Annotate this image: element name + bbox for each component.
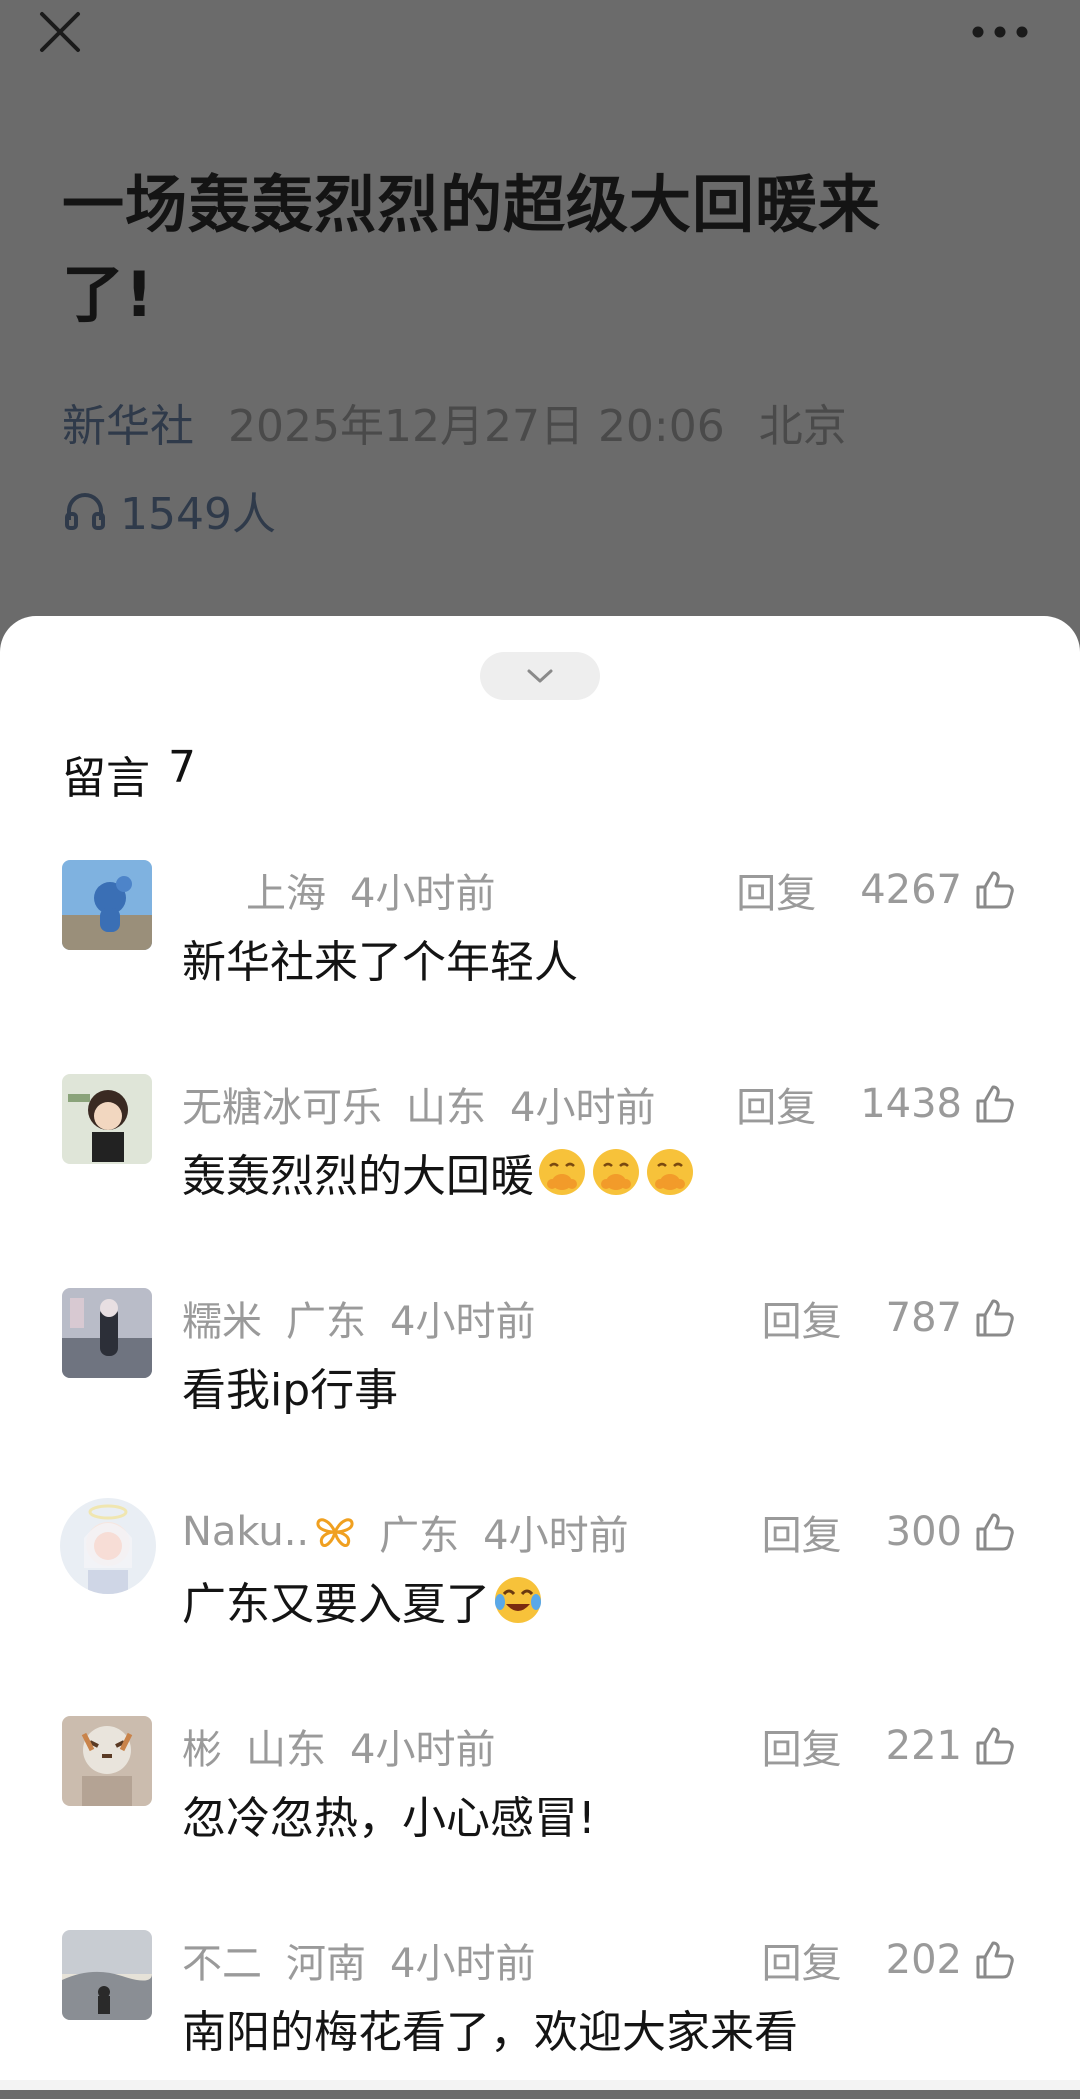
comment-text-content: 忽冷忽热，小心感冒! (182, 1793, 596, 1844)
comment-item: Naku.. 广东 4小时前 回复 300 广东又要入夏了 (0, 1498, 1080, 1716)
comment-item: 糯米 广东 4小时前 回复 787 看我ip行事 (0, 1288, 1080, 1502)
more-dots-icon (972, 26, 1028, 38)
comment-author[interactable]: 无糖冰可乐 (182, 1075, 382, 1133)
like-count: 300 (885, 1509, 962, 1555)
comment-actions: 回复 202 (762, 1932, 1016, 1988)
blushing-face-emoji (593, 1149, 639, 1195)
comment-author[interactable]: 不二 (182, 1931, 262, 1989)
comment-actions: 回复 4267 (736, 862, 1016, 918)
reply-button[interactable]: 回复 (762, 1289, 842, 1347)
avatar[interactable] (62, 1716, 152, 1806)
chevron-down-icon (527, 669, 553, 683)
article-header: 一场轰轰烈烈的超级大回暖来了! 新华社 2025年12月27日 20:06 北京… (0, 0, 1080, 640)
comment-author[interactable]: 糯米 (182, 1289, 262, 1347)
like-count: 787 (885, 1295, 962, 1341)
reply-button[interactable]: 回复 (762, 1717, 842, 1775)
comment-meta: 不二 河南 4小时前 (182, 1932, 559, 1988)
comments-sheet: 留言 7 上海 4小时前 回复 4267 新华社来了个年轻人 无糖冰可乐 山东 … (0, 616, 1080, 2090)
comment-text: 南阳的梅花看了，欢迎大家来看 (182, 1996, 798, 2060)
comment-time: 4小时前 (390, 1941, 536, 1987)
comment-text-content: 看我ip行事 (182, 1365, 399, 1416)
comments-heading: 留言 7 (62, 742, 196, 806)
comment-text: 看我ip行事 (182, 1354, 398, 1418)
listen-count[interactable]: 1549人 (64, 478, 276, 542)
comment-time: 4小时前 (390, 1299, 536, 1345)
like-count: 1438 (860, 1081, 962, 1127)
avatar[interactable] (60, 1498, 156, 1594)
comments-count: 7 (168, 742, 196, 793)
like-count: 4267 (860, 867, 962, 913)
avatar[interactable] (62, 1930, 152, 2020)
bottom-edge (0, 2080, 1080, 2090)
article-datetime: 2025年12月27日 20:06 (228, 401, 725, 452)
comment-author[interactable]: 彬 (182, 1717, 222, 1775)
comment-time: 4小时前 (350, 871, 496, 917)
tears-of-joy-emoji (495, 1577, 541, 1623)
blushing-face-emoji (647, 1149, 693, 1195)
thumbs-up-icon[interactable] (974, 1725, 1016, 1767)
comment-text: 忽冷忽热，小心感冒! (182, 1782, 596, 1846)
comment-item: 不二 河南 4小时前 回复 202 南阳的梅花看了，欢迎大家来看 (0, 1930, 1080, 2099)
listen-count-text: 1549人 (120, 489, 276, 540)
reply-button[interactable]: 回复 (762, 1931, 842, 1989)
comment-meta: 糯米 广东 4小时前 (182, 1290, 559, 1346)
close-button[interactable] (36, 8, 84, 56)
close-icon (40, 12, 80, 52)
comment-text-content: 轰轰烈烈的大回暖 (182, 1151, 534, 1202)
comment-meta: Naku.. 广东 4小时前 (182, 1504, 653, 1560)
comment-text: 广东又要入夏了 (182, 1568, 544, 1632)
comment-actions: 回复 1438 (736, 1076, 1016, 1132)
comment-actions: 回复 300 (762, 1504, 1016, 1560)
reply-button[interactable]: 回复 (736, 861, 816, 919)
butterfly-badge-icon (316, 1518, 354, 1547)
thumbs-up-icon[interactable] (974, 1511, 1016, 1553)
comment-list: 上海 4小时前 回复 4267 新华社来了个年轻人 无糖冰可乐 山东 4小时前 … (0, 860, 1080, 2099)
like-count: 221 (885, 1723, 962, 1769)
thumbs-up-icon[interactable] (974, 1083, 1016, 1125)
like-count: 202 (885, 1937, 962, 1983)
headphones-icon (65, 493, 105, 530)
comment-meta: 无糖冰可乐 山东 4小时前 (182, 1076, 679, 1132)
thumbs-up-icon[interactable] (974, 1297, 1016, 1339)
comment-actions: 回复 787 (762, 1290, 1016, 1346)
article-title: 一场轰轰烈烈的超级大回暖来了! (62, 168, 882, 331)
blushing-face-emoji (539, 1149, 585, 1195)
comment-text: 新华社来了个年轻人 (182, 926, 578, 990)
comment-region: 上海 (246, 871, 326, 917)
thumbs-up-icon[interactable] (974, 1939, 1016, 1981)
reply-button[interactable]: 回复 (736, 1075, 816, 1133)
avatar[interactable] (62, 1074, 152, 1164)
comment-meta: 上海 4小时前 (182, 862, 519, 918)
comment-time: 4小时前 (350, 1727, 496, 1773)
comment-text-content: 南阳的梅花看了，欢迎大家来看 (182, 2007, 798, 2058)
comment-text: 轰轰烈烈的大回暖 (182, 1140, 696, 1204)
comment-region: 河南 (286, 1941, 366, 1987)
comments-heading-label: 留言 (62, 753, 150, 804)
article-source[interactable]: 新华社 (62, 390, 194, 454)
comment-item: 彬 山东 4小时前 回复 221 忽冷忽热，小心感冒! (0, 1716, 1080, 1930)
comment-meta: 彬 山东 4小时前 (182, 1718, 519, 1774)
avatar[interactable] (62, 860, 152, 950)
comment-text-content: 广东又要入夏了 (182, 1579, 490, 1630)
comment-actions: 回复 221 (762, 1718, 1016, 1774)
collapse-sheet-button[interactable] (480, 652, 600, 700)
comment-text-content: 新华社来了个年轻人 (182, 937, 578, 988)
more-options-button[interactable] (970, 14, 1030, 50)
avatar[interactable] (62, 1288, 152, 1378)
comment-region: 山东 (246, 1727, 326, 1773)
comment-item: 无糖冰可乐 山东 4小时前 回复 1438 轰轰烈烈的大回暖 (0, 1074, 1080, 1288)
comment-region: 山东 (406, 1085, 486, 1131)
reply-button[interactable]: 回复 (762, 1503, 842, 1561)
comment-region: 广东 (286, 1299, 366, 1345)
comment-item: 上海 4小时前 回复 4267 新华社来了个年轻人 (0, 860, 1080, 1074)
article-meta: 新华社 2025年12月27日 20:06 北京 (62, 390, 847, 454)
comment-time: 4小时前 (483, 1513, 629, 1559)
comment-region: 广东 (379, 1513, 460, 1559)
comment-time: 4小时前 (510, 1085, 656, 1131)
comment-author[interactable]: Naku.. (182, 1509, 309, 1555)
article-location: 北京 (758, 401, 847, 452)
thumbs-up-icon[interactable] (974, 869, 1016, 911)
